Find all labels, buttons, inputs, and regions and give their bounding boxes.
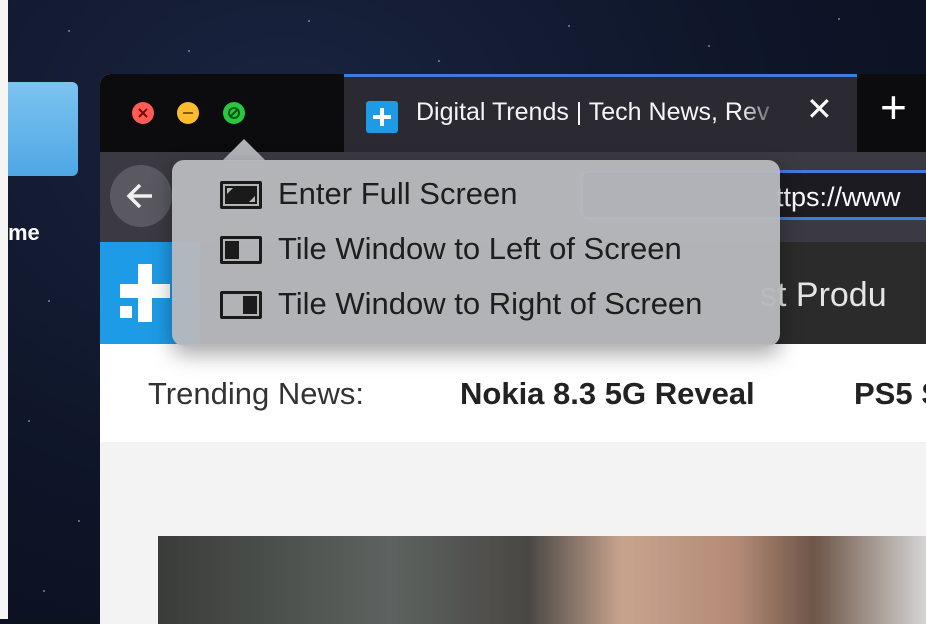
star xyxy=(48,300,50,302)
menu-item-tile-right[interactable]: Tile Window to Right of Screen xyxy=(220,284,760,332)
star xyxy=(838,18,840,20)
trending-label: Trending News: xyxy=(148,376,364,411)
new-tab-button[interactable]: + xyxy=(880,84,907,130)
star xyxy=(28,420,30,422)
star xyxy=(568,25,570,27)
full-screen-icon xyxy=(220,181,262,209)
back-arrow-icon xyxy=(126,183,152,209)
menu-item-enter-full-screen[interactable]: Enter Full Screen xyxy=(220,174,760,222)
screen-edge xyxy=(0,0,8,619)
tab-close-icon[interactable]: ✕ xyxy=(806,93,833,125)
close-x-icon xyxy=(138,108,148,118)
star xyxy=(438,60,440,62)
star xyxy=(78,520,80,522)
tile-left-icon xyxy=(220,236,262,264)
minimize-icon xyxy=(183,112,193,114)
close-window-button[interactable] xyxy=(132,102,154,124)
trending-link[interactable]: Nokia 8.3 5G Reveal xyxy=(460,376,755,412)
back-button[interactable] xyxy=(110,165,172,227)
plus-favicon-icon xyxy=(366,101,398,133)
hero-image[interactable] xyxy=(158,536,926,624)
star xyxy=(68,30,70,32)
browser-tab[interactable]: Digital Trends | Tech News, Rev ✕ xyxy=(344,74,857,152)
menu-item-label: Tile Window to Right of Screen xyxy=(278,286,703,321)
full-screen-arrows-icon xyxy=(228,107,240,119)
popover-arrow xyxy=(222,139,266,161)
star xyxy=(308,20,310,22)
tile-right-icon xyxy=(220,291,262,319)
star xyxy=(188,50,190,52)
star xyxy=(43,590,45,592)
menu-item-label: Enter Full Screen xyxy=(278,176,518,211)
desktop-item-label[interactable]: me xyxy=(8,220,40,246)
url-text: ttps://www xyxy=(776,182,901,212)
tab-title: Digital Trends | Tech News, Rev xyxy=(416,98,770,126)
desktop-folder-icon[interactable] xyxy=(8,82,78,176)
trending-link[interactable]: PS5 S xyxy=(854,376,926,412)
minimize-window-button[interactable] xyxy=(177,102,199,124)
full-screen-window-button[interactable] xyxy=(223,102,245,124)
window-tiling-menu: Enter Full Screen Tile Window to Left of… xyxy=(172,160,780,346)
trending-bar: Trending News: Nokia 8.3 5G Reveal PS5 S xyxy=(100,344,926,442)
menu-item-label: Tile Window to Left of Screen xyxy=(278,231,682,266)
menu-item-tile-left[interactable]: Tile Window to Left of Screen xyxy=(220,229,760,277)
star xyxy=(708,45,710,47)
